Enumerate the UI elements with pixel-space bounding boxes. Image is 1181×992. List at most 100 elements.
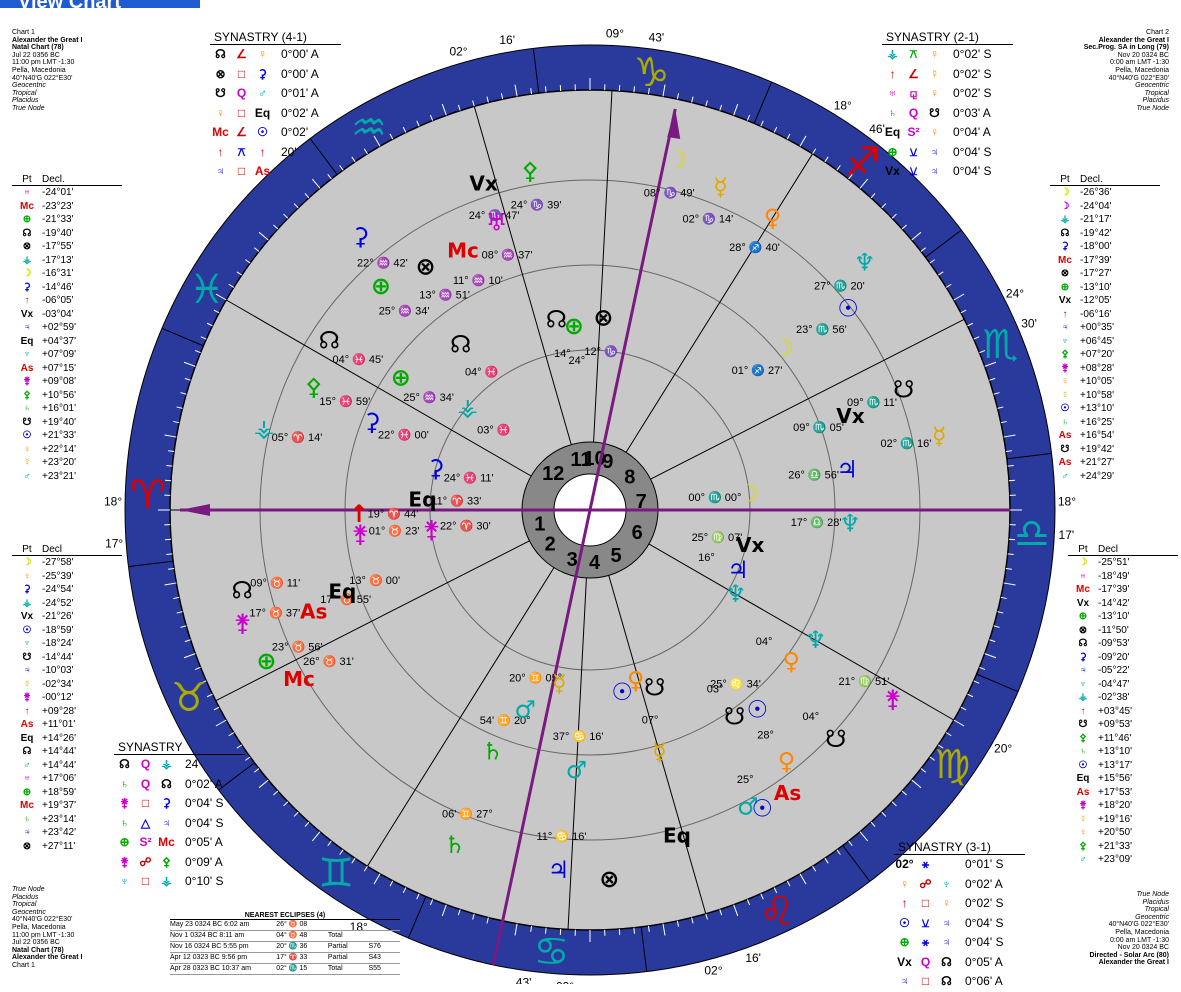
planet-position-label: 01° ♉ 23': [369, 525, 420, 538]
planet-glyph-icon[interactable]: ☉: [747, 695, 769, 723]
planet-glyph-icon[interactable]: ♂: [514, 696, 536, 724]
eclipse-row: Apr 28 0323 BC 10:37 am02° ♏ 15TotalS55: [170, 964, 400, 975]
planet-glyph-icon[interactable]: ⊗: [599, 865, 619, 893]
degree-tick: [1008, 554, 1014, 555]
planet-glyph-icon[interactable]: ♀: [782, 648, 800, 676]
orb-value: 0°03' A: [945, 104, 1013, 124]
synastry-panel-2-1: SYNASTRY (2-1)⚶⚻♀0°02' S↑∠☿0°02' S♅⚼♀0°0…: [882, 30, 1013, 182]
point-glyph: ♀: [12, 443, 42, 457]
planet-position-label: 13° ♉ 00': [349, 574, 400, 587]
decl-row: ☽-24°04': [1050, 200, 1160, 214]
planet-position-label: 16°: [698, 552, 715, 564]
planet-glyph-icon[interactable]: ⚶: [458, 393, 478, 421]
orb-value: 0°04' A: [945, 123, 1013, 143]
aspect-glyph: ⚹: [915, 933, 936, 953]
planet-glyph-icon[interactable]: Eq: [663, 824, 691, 848]
planet-glyph-icon[interactable]: ☿: [552, 670, 567, 698]
point-glyph: ⚶: [1050, 213, 1080, 227]
planet-glyph-icon[interactable]: ☉: [611, 678, 633, 706]
point-glyph: Vx: [12, 308, 42, 322]
planet-glyph-icon[interactable]: ☽: [772, 334, 794, 362]
planet-glyph-icon[interactable]: ☿: [932, 422, 947, 450]
planet-glyph-icon[interactable]: ⊗: [416, 252, 436, 280]
orb-value: 0°05' A: [957, 953, 1025, 973]
orb-value: 0°04' S: [957, 933, 1025, 953]
planet-glyph-icon[interactable]: ♄: [482, 737, 504, 765]
aspect-glyph: Q: [903, 104, 924, 124]
decl-row: ☋-14°44': [12, 651, 122, 665]
planet-glyph-icon[interactable]: ⚵: [423, 515, 441, 543]
declination-value: -02°38': [1098, 691, 1158, 705]
decl-row: ⊗+27°11': [12, 840, 122, 854]
aspect-glyph: □: [135, 872, 156, 892]
planet-glyph-icon[interactable]: ♃: [548, 856, 570, 884]
point-glyph: ♅: [12, 772, 42, 786]
eclipse-date: Nov 1 0324 BC 8:11 am: [170, 931, 276, 941]
point-glyph: ⚴: [1068, 840, 1098, 854]
planet-glyph-icon[interactable]: ☽: [667, 146, 689, 174]
planet-glyph-icon[interactable]: ☋: [724, 702, 745, 730]
synastry-row: ☉⚺♃0°04' S: [894, 914, 1025, 934]
planet-a-glyph: ♀: [210, 104, 231, 124]
eclipse-row: Apr 12 0323 BC 9:56 pm17° ♈ 33PartialS43: [170, 953, 400, 964]
aspect-glyph: Q: [231, 84, 252, 104]
declination-value: -24°04': [1080, 200, 1140, 214]
eclipse-type: Total: [328, 964, 369, 974]
planet-glyph-icon[interactable]: ♆: [805, 626, 827, 654]
point-glyph: ⊗: [12, 840, 42, 854]
planet-glyph-icon[interactable]: ♆: [725, 580, 747, 608]
planet-glyph-icon[interactable]: ↑: [349, 500, 369, 528]
point-glyph: ♂: [12, 759, 42, 773]
point-glyph: ☽: [1068, 556, 1098, 570]
planet-glyph-icon[interactable]: As: [774, 781, 801, 805]
point-glyph: As: [1068, 786, 1098, 800]
point-glyph: ⊕: [1068, 610, 1098, 624]
point-glyph: As: [12, 362, 42, 376]
planet-glyph-icon[interactable]: ♀: [778, 748, 796, 776]
planet-glyph-icon[interactable]: ☊: [450, 331, 471, 359]
planet-glyph-icon[interactable]: ☋: [825, 725, 846, 753]
planet-glyph-icon[interactable]: ⚳: [427, 455, 445, 483]
planet-glyph-icon[interactable]: ☋: [644, 674, 665, 702]
planet-position-label: 17° ♉ 37': [249, 606, 300, 619]
planet-glyph-icon[interactable]: ⊕: [371, 272, 391, 300]
declination-value: -06°05': [42, 294, 102, 308]
planet-glyph-icon[interactable]: ♆: [854, 249, 876, 277]
planet-glyph-icon[interactable]: ♄: [444, 831, 466, 859]
planet-a-glyph: ☉: [894, 914, 915, 934]
planet-glyph-icon[interactable]: ♃: [836, 455, 858, 483]
decl-row: ☉-18°59': [12, 624, 122, 638]
orb-value: 0°10' S: [177, 872, 245, 892]
planet-glyph-icon[interactable]: ♀: [764, 204, 782, 232]
aspect-glyph: ⚺: [903, 143, 924, 163]
planet-glyph-icon[interactable]: Vx: [469, 171, 497, 195]
planet-glyph-icon[interactable]: ⚴: [521, 157, 539, 185]
point-glyph: ☽: [1050, 186, 1080, 200]
point-glyph: ♆: [12, 637, 42, 651]
planet-glyph-icon[interactable]: Mc: [447, 239, 479, 263]
planet-glyph-icon[interactable]: ☉: [751, 794, 773, 822]
planet-glyph-icon[interactable]: ♅: [486, 208, 508, 236]
decl-header: PtDecl: [1068, 544, 1178, 556]
planet-glyph-icon[interactable]: ☊: [546, 306, 567, 334]
decl-row: ♂+23°09': [1068, 853, 1178, 867]
planet-glyph-icon[interactable]: ☊: [319, 327, 340, 355]
synastry-title: SYNASTRY: [114, 740, 245, 755]
planet-glyph-icon[interactable]: ☉: [837, 294, 859, 322]
planet-glyph-icon[interactable]: ⊗: [593, 303, 613, 331]
declination-value: -09°53': [1098, 637, 1158, 651]
point-glyph: ♂: [1068, 853, 1098, 867]
planet-glyph-icon[interactable]: Mc: [283, 667, 315, 691]
point-glyph: ☉: [12, 429, 42, 443]
planet-glyph-icon[interactable]: ☿: [713, 173, 728, 201]
declination-value: -18°49': [1098, 570, 1158, 584]
planet-glyph-icon[interactable]: ☿: [652, 738, 667, 766]
planet-glyph-icon[interactable]: ⚵: [884, 685, 902, 713]
planet-glyph-icon[interactable]: ♂: [566, 756, 588, 784]
planet-glyph-icon[interactable]: ♆: [839, 510, 861, 538]
cusp-degree-label: 43': [649, 31, 665, 45]
planet-glyph-icon[interactable]: ⚳: [352, 223, 370, 251]
planet-glyph-icon[interactable]: ⊕: [391, 364, 411, 392]
aspect-glyph: □: [915, 894, 936, 914]
zodiac-sign-icon: ♐: [845, 139, 881, 185]
